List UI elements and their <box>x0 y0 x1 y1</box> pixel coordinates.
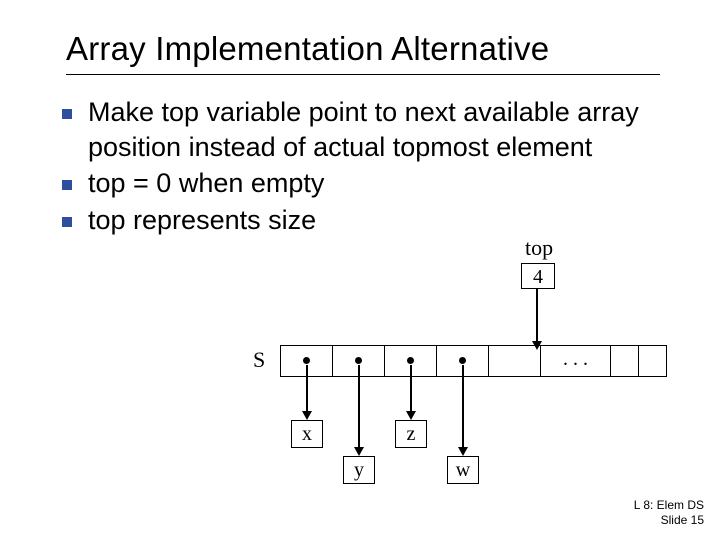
bullet-text: top represents size <box>88 203 316 238</box>
array-cell <box>489 346 541 376</box>
element-box-x: x <box>291 420 323 448</box>
arrow-to-element <box>306 365 308 411</box>
footer-line-2: Slide 15 <box>634 513 704 528</box>
top-label: top <box>525 235 553 261</box>
title-underline <box>66 74 660 75</box>
array-ellipsis: . . . <box>541 346 611 376</box>
bullet-item: top represents size <box>62 203 662 238</box>
arrow-to-element <box>462 365 464 447</box>
bullet-icon <box>62 109 72 119</box>
element-box-z: z <box>395 420 427 448</box>
slide-footer: L 8: Elem DS Slide 15 <box>634 498 704 528</box>
footer-line-1: L 8: Elem DS <box>634 498 704 513</box>
arrow-to-element <box>410 365 412 411</box>
bullet-text: top = 0 when empty <box>88 166 324 201</box>
slide-title: Array Implementation Alternative <box>66 30 549 68</box>
array-label: S <box>253 347 265 373</box>
arrow-top-to-array <box>536 289 538 341</box>
bullet-icon <box>62 217 72 227</box>
bullet-item: Make top variable point to next availabl… <box>62 95 662 164</box>
slide: Array Implementation Alternative Make to… <box>0 0 720 540</box>
array-dot <box>407 357 414 364</box>
top-value-box: 4 <box>521 263 555 289</box>
array-dot <box>303 357 310 364</box>
array-dot <box>459 357 466 364</box>
arrow-to-element <box>358 365 360 447</box>
array-row: . . . <box>280 345 667 377</box>
array-dot <box>355 357 362 364</box>
array-cell <box>639 346 667 376</box>
element-box-w: w <box>447 456 479 484</box>
bullet-item: top = 0 when empty <box>62 166 662 201</box>
element-box-y: y <box>343 456 375 484</box>
bullet-list: Make top variable point to next availabl… <box>62 95 662 239</box>
array-cell <box>611 346 639 376</box>
bullet-icon <box>62 180 72 190</box>
bullet-text: Make top variable point to next availabl… <box>88 95 662 164</box>
